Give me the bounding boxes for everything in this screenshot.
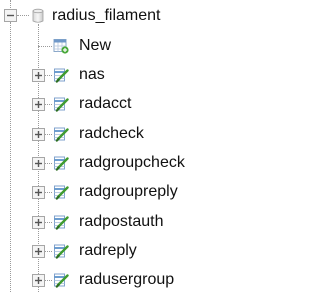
tree-connector-root [10,0,11,8]
table-name[interactable]: radacct [79,94,131,114]
expand-table-toggle[interactable] [32,98,45,111]
table-icon[interactable] [53,184,69,200]
table-icon[interactable] [53,126,69,142]
tree-connector-left [10,22,11,292]
tree-connector-table [44,104,52,105]
new-table-icon[interactable] [53,38,69,54]
table-name[interactable]: radreply [79,241,137,261]
table-name[interactable]: radusergroup [79,270,174,290]
expand-table-toggle[interactable] [32,274,45,287]
new-table-link[interactable]: New [79,36,111,56]
tree-connector-table [44,163,52,164]
table-icon[interactable] [53,96,69,112]
table-icon[interactable] [53,67,69,83]
navigation-tree: radius_filament New nas radacct radcheck ra… [0,0,300,292]
table-icon[interactable] [53,272,69,288]
expand-table-toggle[interactable] [32,157,45,170]
table-name[interactable]: radgroupcheck [79,153,185,173]
database-name[interactable]: radius_filament [52,6,161,26]
tree-connector-table [44,75,52,76]
tree-connector-table [44,251,52,252]
collapse-database-toggle[interactable] [4,9,17,22]
expand-table-toggle[interactable] [32,216,45,229]
expand-table-toggle[interactable] [32,186,45,199]
table-name[interactable]: radcheck [79,124,144,144]
table-name[interactable]: nas [79,65,105,85]
tree-connector-table [44,134,52,135]
expand-table-toggle[interactable] [32,69,45,82]
database-icon [30,8,46,24]
table-icon[interactable] [53,214,69,230]
table-icon[interactable] [53,155,69,171]
tree-connector-new [38,46,52,47]
table-icon[interactable] [53,243,69,259]
table-name[interactable]: radpostauth [79,212,164,232]
tree-connector-table [44,222,52,223]
tree-connector-table [44,280,52,281]
tree-connector-table [44,192,52,193]
expand-table-toggle[interactable] [32,245,45,258]
expand-table-toggle[interactable] [32,128,45,141]
table-name[interactable]: radgroupreply [79,182,178,202]
tree-connector-db [17,15,29,16]
